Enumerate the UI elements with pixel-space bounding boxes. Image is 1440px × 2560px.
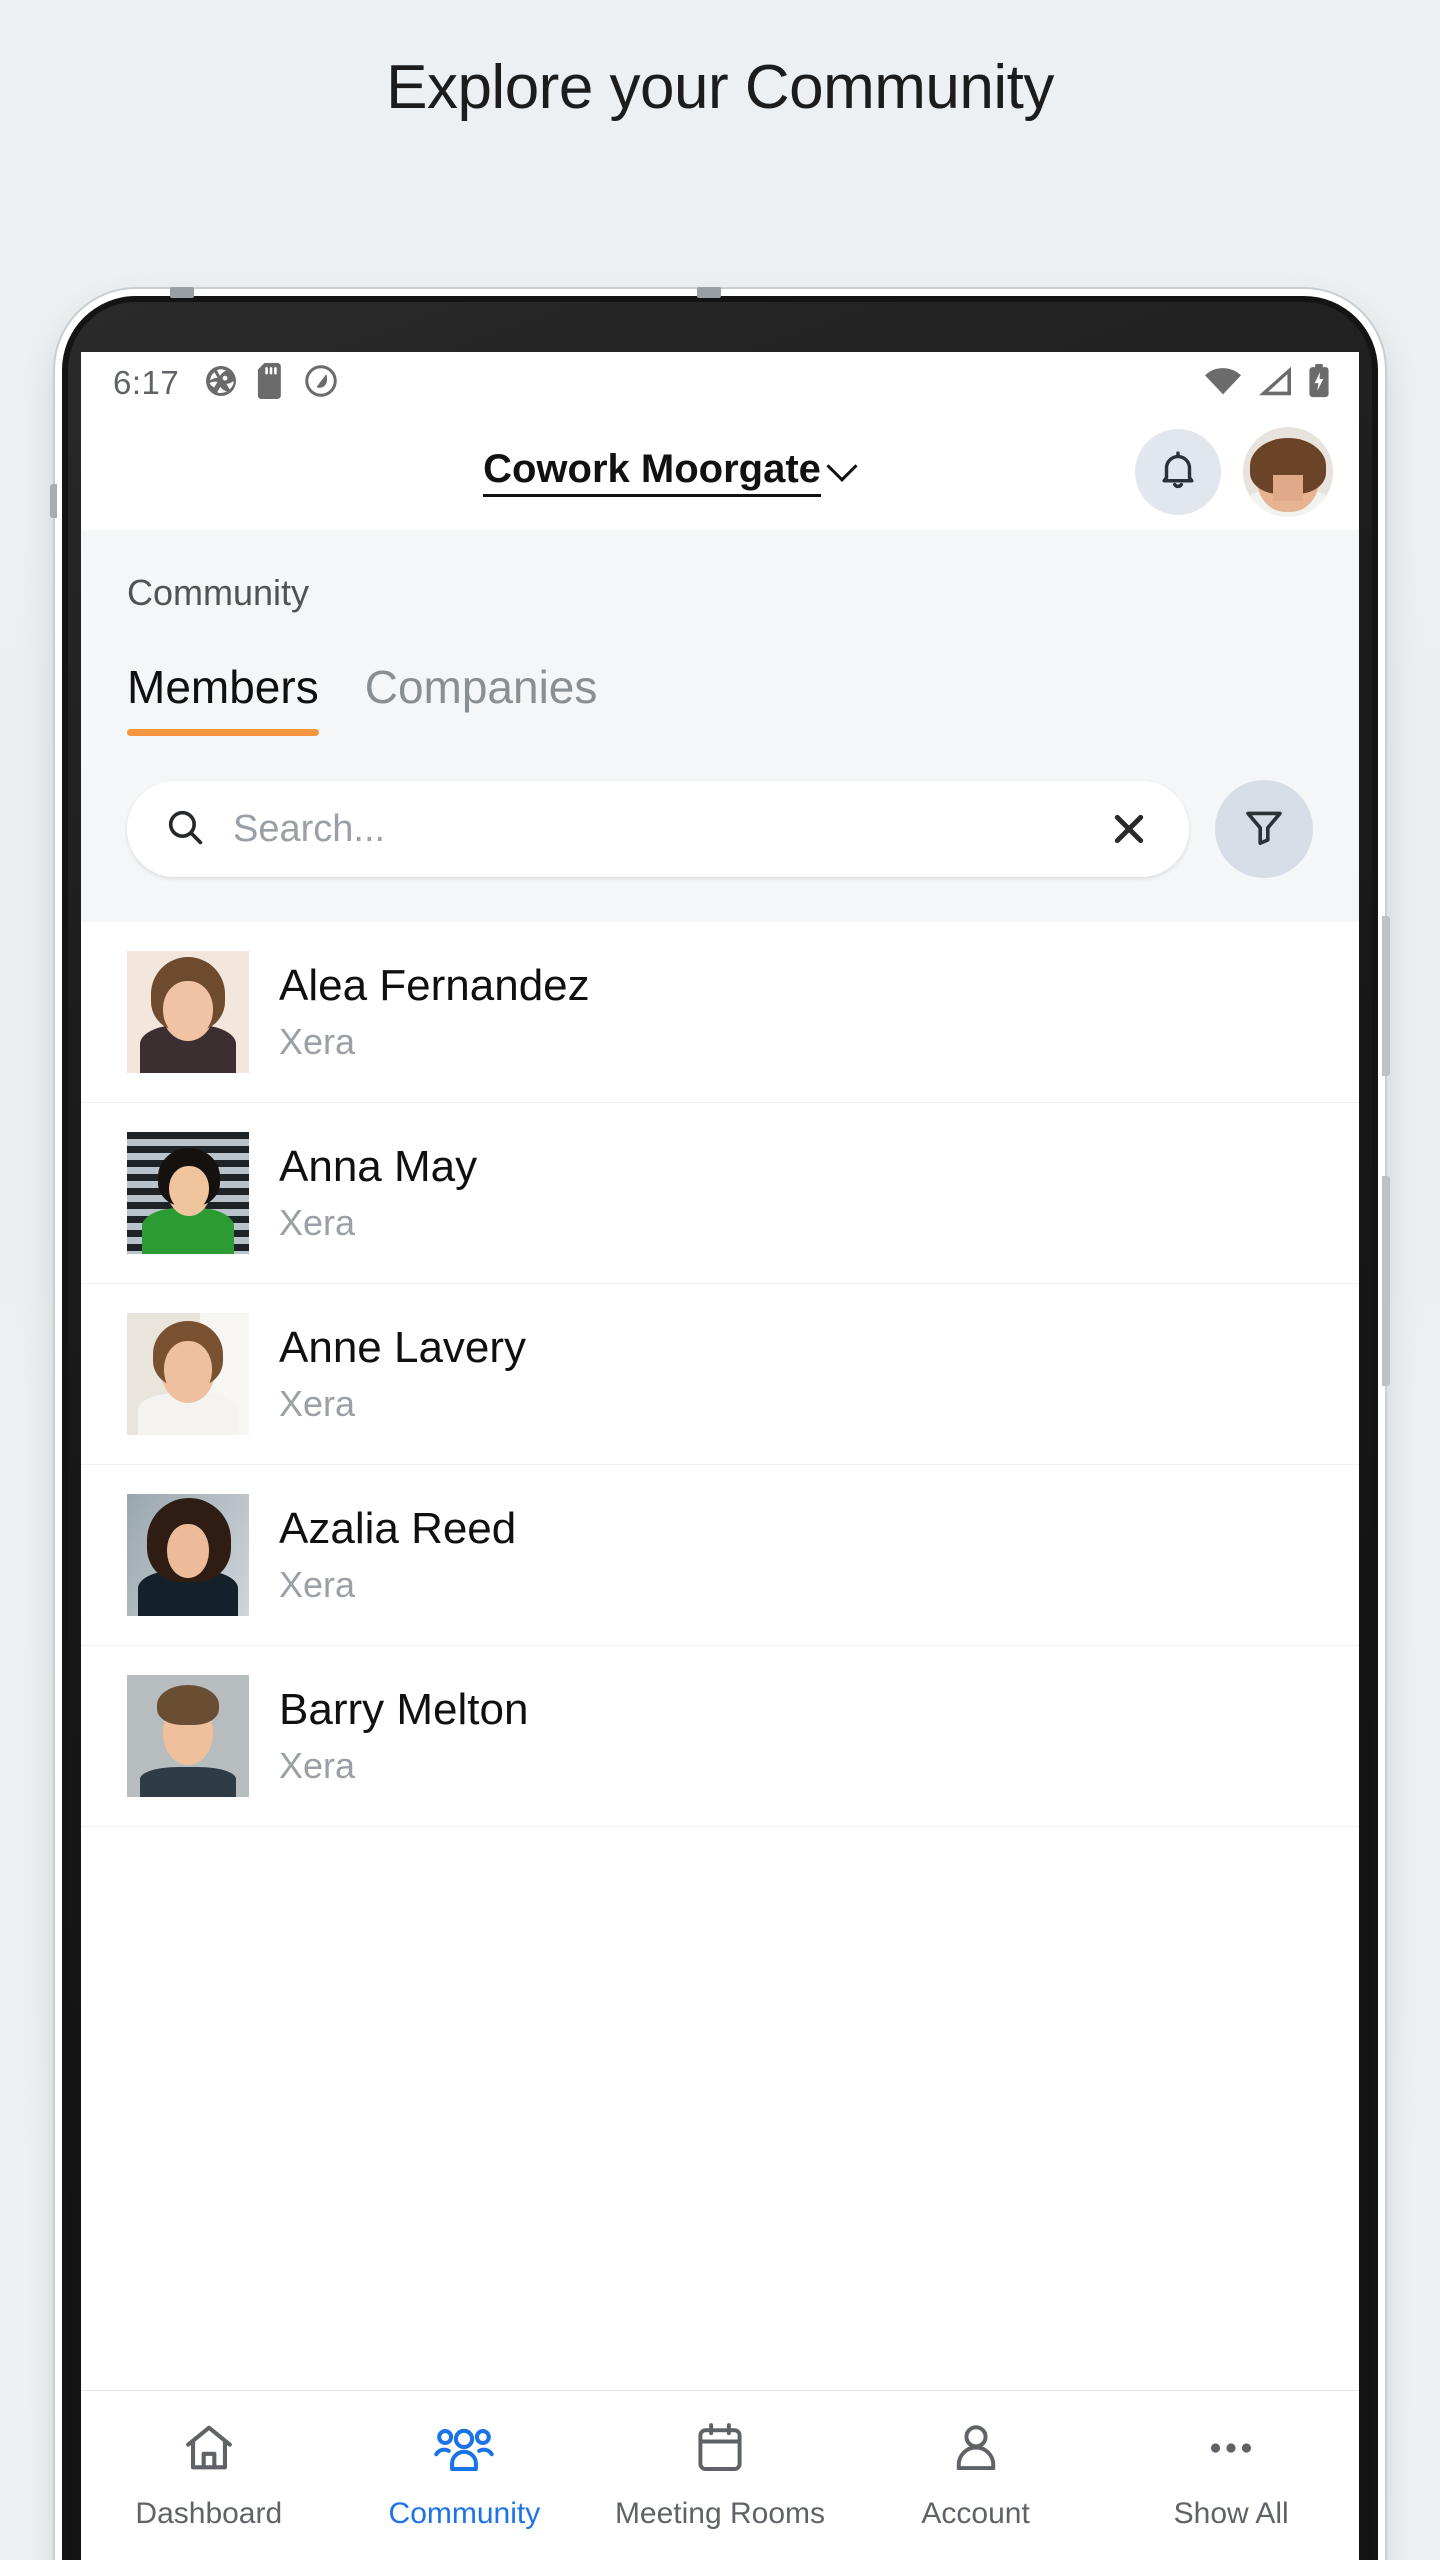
notifications-button[interactable] (1135, 429, 1221, 515)
member-photo (127, 1675, 249, 1797)
page-title: Community (127, 572, 310, 613)
status-bar: 6:17 (81, 352, 1359, 414)
status-bar-right-icons (1203, 363, 1331, 403)
member-company: Xera (279, 1564, 356, 1605)
battery-charging-icon (1307, 363, 1331, 403)
people-group-icon (433, 2417, 495, 2479)
member-name: Anna May (279, 1142, 478, 1191)
table-row[interactable]: Azalia Reed Xera (81, 1465, 1359, 1646)
calendar-icon (692, 2417, 748, 2479)
phone-mockup-frame: 6:17 Cowork Moorgate Community Members C… (50, 287, 1390, 2560)
avatar[interactable] (1243, 427, 1333, 517)
nav-label-community: Community (388, 2497, 541, 2530)
member-photo (127, 1132, 249, 1254)
page-headline: Explore your Community (386, 53, 1054, 122)
nav-item-show-all[interactable]: Show All (1103, 2417, 1359, 2531)
ellipsis-icon (1202, 2417, 1260, 2479)
cellular-signal-icon (1257, 365, 1293, 402)
close-icon[interactable] (1109, 809, 1149, 849)
venue-selector[interactable]: Cowork Moorgate (81, 447, 1135, 497)
venue-name: Cowork Moorgate (483, 447, 821, 497)
circle-slash-icon (303, 363, 339, 404)
member-name: Anne Lavery (279, 1323, 527, 1372)
nav-label-show-all: Show All (1173, 2497, 1289, 2530)
phone-screen: 6:17 Cowork Moorgate Community Members C… (81, 352, 1359, 2560)
member-list: Alea Fernandez Xera Anna May Xera Anne L… (81, 922, 1359, 1827)
table-row[interactable]: Barry Melton Xera (81, 1646, 1359, 1827)
search-icon (163, 805, 207, 854)
wifi-icon (1203, 365, 1243, 402)
member-company: Xera (279, 1383, 356, 1424)
tab-bar: Members Companies (81, 614, 1359, 736)
chevron-down-icon (826, 450, 858, 482)
table-row[interactable]: Anna May Xera (81, 1103, 1359, 1284)
nav-label-meeting-rooms: Meeting Rooms (614, 2497, 826, 2530)
app-bar: Cowork Moorgate (81, 414, 1359, 530)
phone-top-left-accent (170, 287, 194, 298)
notification-bell-icon (1155, 447, 1201, 498)
filter-funnel-icon (1240, 803, 1288, 856)
search-placeholder: Search... (233, 807, 386, 850)
home-icon (180, 2417, 238, 2479)
nav-item-account[interactable]: Account (848, 2417, 1104, 2531)
nav-item-community[interactable]: Community (337, 2417, 593, 2531)
person-icon (948, 2417, 1004, 2479)
member-photo (127, 951, 249, 1073)
filter-button[interactable] (1215, 780, 1313, 878)
search-row: Search... (81, 736, 1359, 922)
bottom-navigation: Dashboard Community Meeting Rooms Accoun… (81, 2390, 1359, 2560)
phone-volume-button (1382, 916, 1390, 1076)
member-company: Xera (279, 1021, 356, 1062)
member-photo (127, 1494, 249, 1616)
member-company: Xera (279, 1202, 356, 1243)
sd-card-icon (257, 362, 285, 404)
member-name: Azalia Reed (279, 1504, 517, 1553)
status-bar-left-icons (203, 362, 339, 404)
member-name: Barry Melton (279, 1685, 529, 1734)
member-name: Alea Fernandez (279, 961, 590, 1010)
phone-top-right-accent (697, 287, 721, 298)
promo-page: Explore your Community 6:17 Cowork Moorg… (0, 0, 1440, 2560)
tab-companies[interactable]: Companies (365, 660, 598, 736)
camera-shutter-icon (203, 363, 239, 404)
nav-label-account: Account (921, 2497, 1030, 2530)
phone-power-button (1382, 1176, 1390, 1386)
nav-label-dashboard: Dashboard (135, 2497, 283, 2530)
phone-left-button (50, 484, 57, 518)
tab-members[interactable]: Members (127, 660, 319, 736)
status-bar-clock: 6:17 (113, 364, 180, 401)
community-section: Community Members Companies Search... (81, 530, 1359, 922)
table-row[interactable]: Alea Fernandez Xera (81, 922, 1359, 1103)
member-company: Xera (279, 1745, 356, 1786)
search-input[interactable]: Search... (127, 781, 1189, 877)
tab-companies-label: Companies (364, 661, 598, 713)
tab-members-label: Members (127, 661, 319, 713)
nav-item-meeting-rooms[interactable]: Meeting Rooms (592, 2417, 848, 2531)
nav-item-dashboard[interactable]: Dashboard (81, 2417, 337, 2531)
table-row[interactable]: Anne Lavery Xera (81, 1284, 1359, 1465)
member-photo (127, 1313, 249, 1435)
